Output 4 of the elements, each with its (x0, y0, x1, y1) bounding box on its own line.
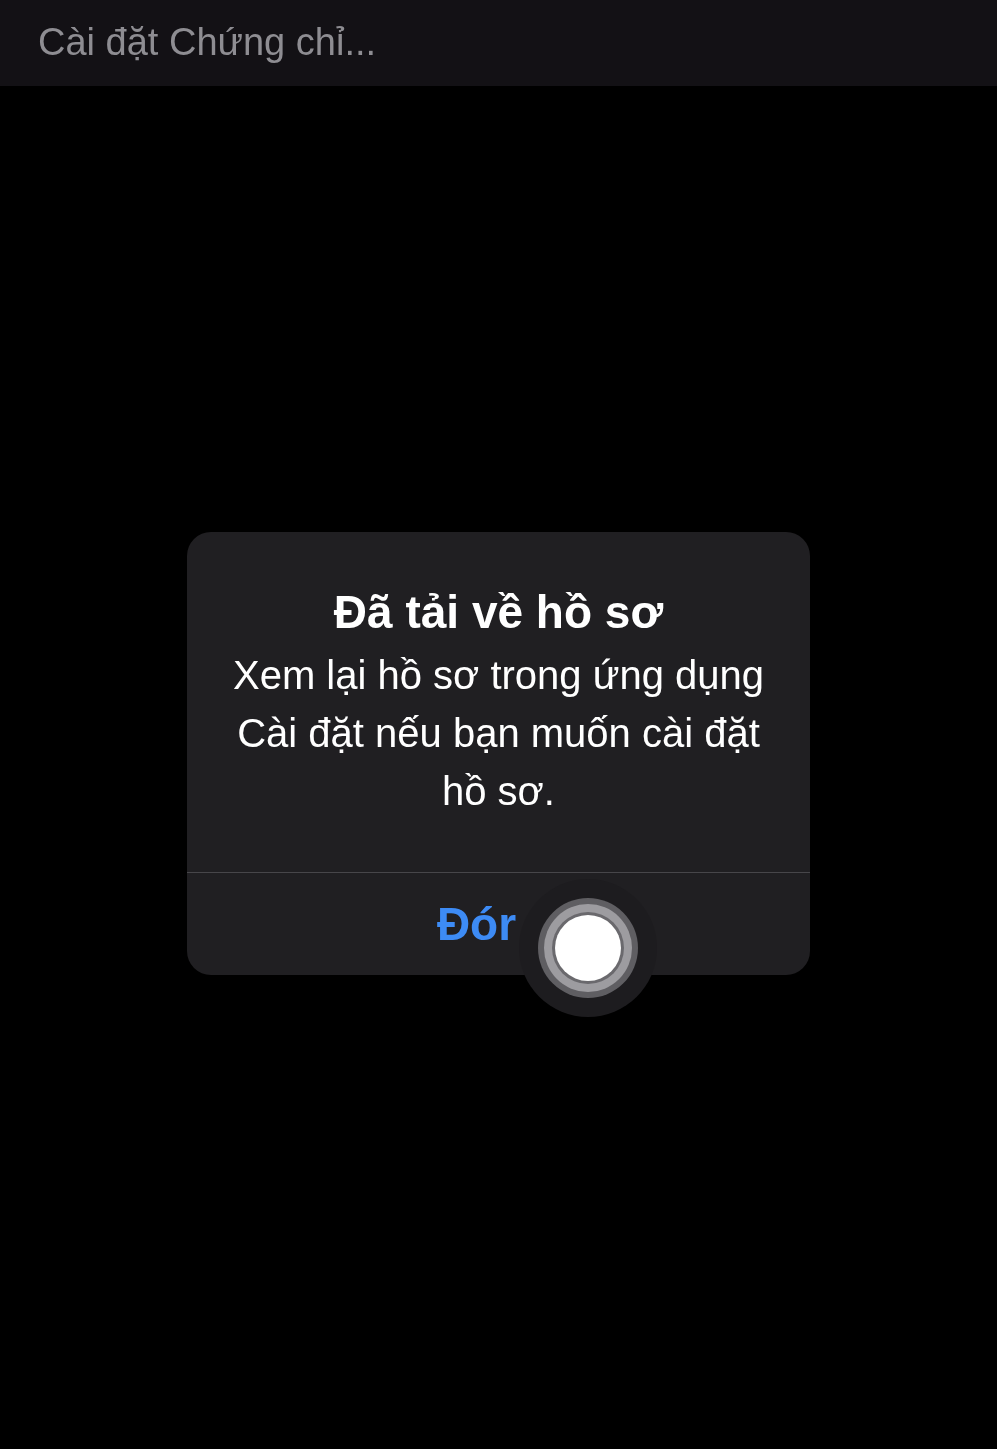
close-button[interactable]: Đór (187, 873, 810, 975)
alert-title: Đã tải về hồ sơ (332, 585, 665, 640)
header-title: Cài đặt Chứng chỉ... (38, 22, 377, 64)
alert-message: Xem lại hồ sơ trong ứng dụng Cài đặt nếu bạn muốn cài đặt hồ sơ. (231, 652, 766, 815)
